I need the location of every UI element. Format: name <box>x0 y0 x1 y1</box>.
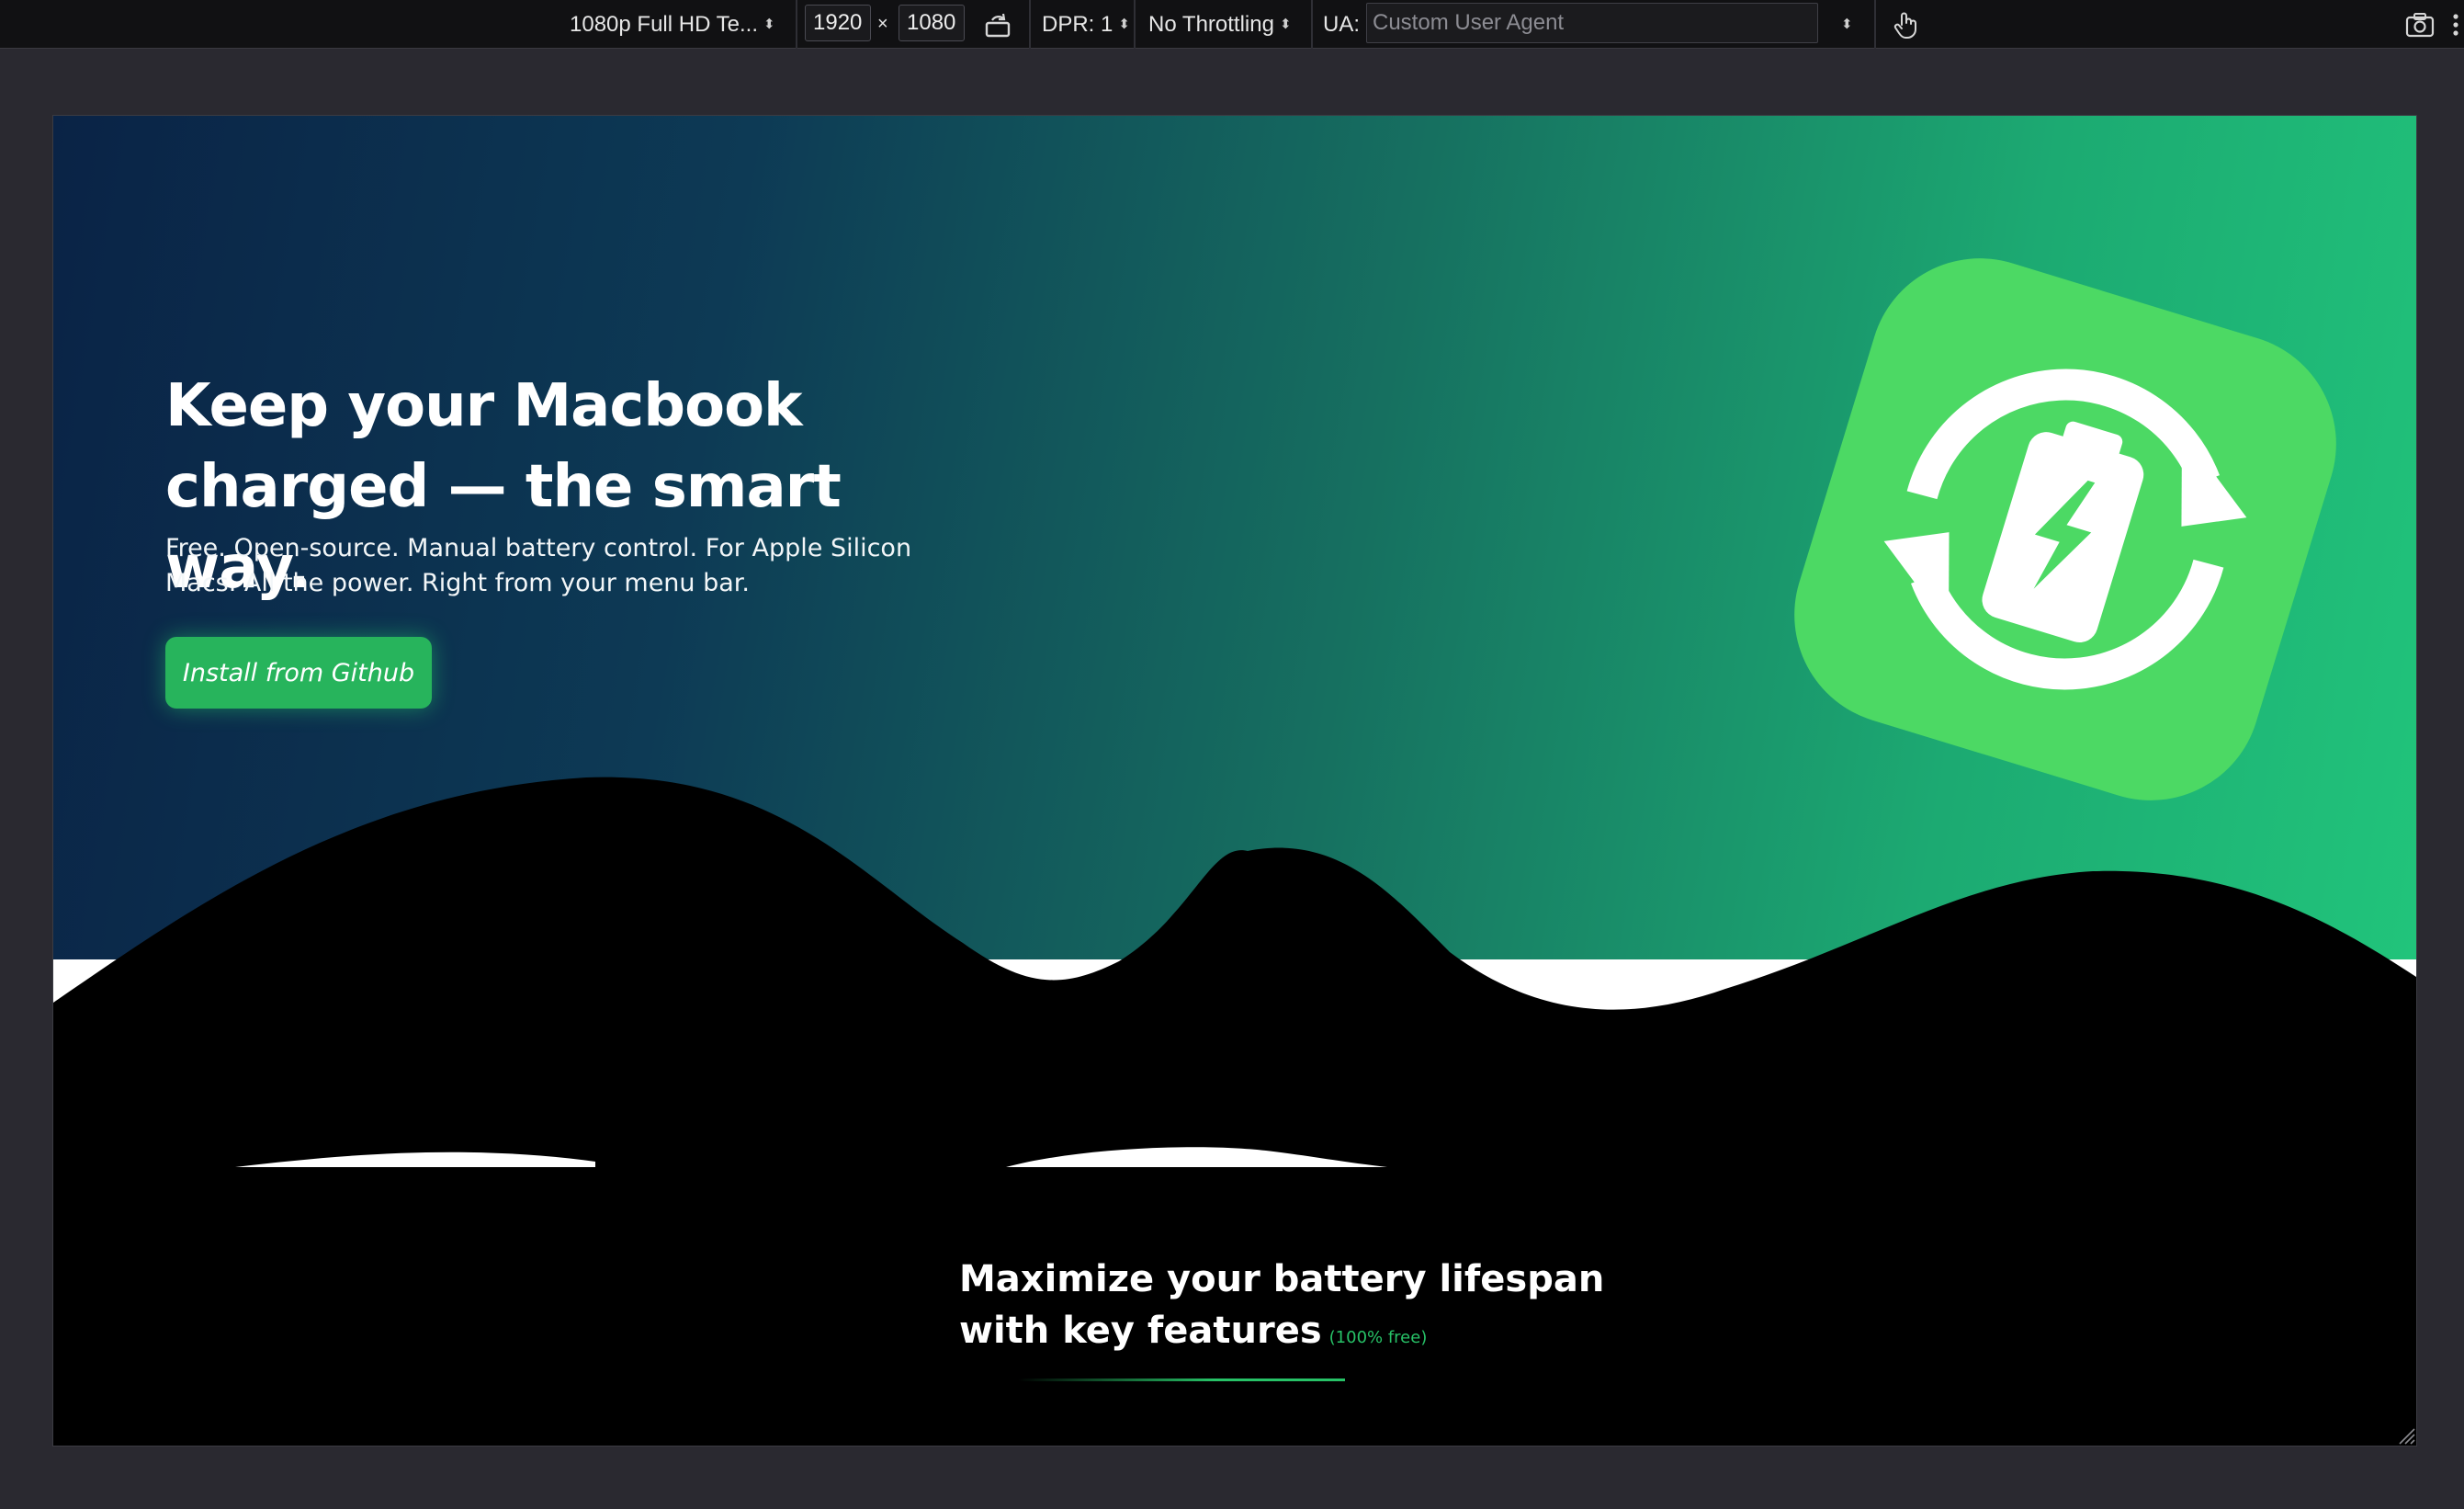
app-icon <box>1780 235 2350 828</box>
more-options-button[interactable] <box>2447 0 2464 49</box>
device-select[interactable]: 1080p Full HD Te... ⬍ <box>570 0 775 49</box>
width-input[interactable]: 1920 <box>805 5 871 41</box>
chevron-updown-icon: ⬍ <box>1841 17 1853 32</box>
touch-simulation-button[interactable] <box>1887 0 1924 49</box>
screenshot-icon <box>2405 12 2435 37</box>
hero-subtext: Free. Open-source. Manual battery contro… <box>165 534 912 597</box>
throttling-select[interactable]: No Throttling ⬍ <box>1148 0 1292 49</box>
divider <box>1029 0 1031 49</box>
emulated-viewport: Keep your Macbook charged — the smart wa… <box>53 116 2416 1446</box>
responsive-toolbar: 1080p Full HD Te... ⬍ 1920 × 1080 DPR: 1… <box>0 0 2464 49</box>
user-agent-input[interactable]: Custom User Agent <box>1366 3 1818 43</box>
battery-sync-icon <box>1794 258 2336 800</box>
chevron-updown-icon: ⬍ <box>1118 17 1130 32</box>
divider <box>796 0 797 49</box>
ua-label: UA: <box>1323 11 1361 37</box>
divider <box>1134 0 1136 49</box>
dpr-select[interactable]: DPR: 1 ⬍ <box>1042 0 1130 49</box>
throttling-label: No Throttling <box>1148 11 1274 37</box>
times-sign: × <box>877 14 888 34</box>
dpr-label: DPR: 1 <box>1042 11 1113 37</box>
divider <box>1311 0 1313 49</box>
install-from-github-button[interactable]: Install from Github <box>165 637 432 709</box>
divider <box>1874 0 1876 49</box>
touch-icon <box>1893 12 1916 39</box>
chevron-updown-icon: ⬍ <box>763 17 775 32</box>
rotate-button[interactable] <box>979 0 1016 49</box>
free-badge: (100% free) <box>1328 1328 1428 1347</box>
chevron-updown-icon: ⬍ <box>1279 17 1292 32</box>
width-value: 1920 <box>813 10 863 35</box>
ua-select[interactable]: ⬍ <box>1836 0 1853 49</box>
features-heading-line1: Maximize your battery lifespan <box>959 1258 1605 1300</box>
rotate-icon <box>985 13 1011 37</box>
height-value: 1080 <box>907 10 956 35</box>
features-heading-text: with key features <box>959 1310 1322 1352</box>
more-icon <box>2453 13 2458 36</box>
features-heading: Maximize your battery lifespan with key … <box>959 1254 1621 1364</box>
height-input[interactable]: 1080 <box>899 5 965 41</box>
features-heading-line2: with key features (100% free) <box>959 1305 1621 1364</box>
device-select-label: 1080p Full HD Te... <box>570 11 758 37</box>
resize-handle-icon[interactable] <box>2394 1424 2416 1446</box>
hero-headline-line1: Keep your Macbook <box>165 372 803 440</box>
features-underline <box>1018 1379 1345 1381</box>
screenshot-button[interactable] <box>2402 0 2438 49</box>
